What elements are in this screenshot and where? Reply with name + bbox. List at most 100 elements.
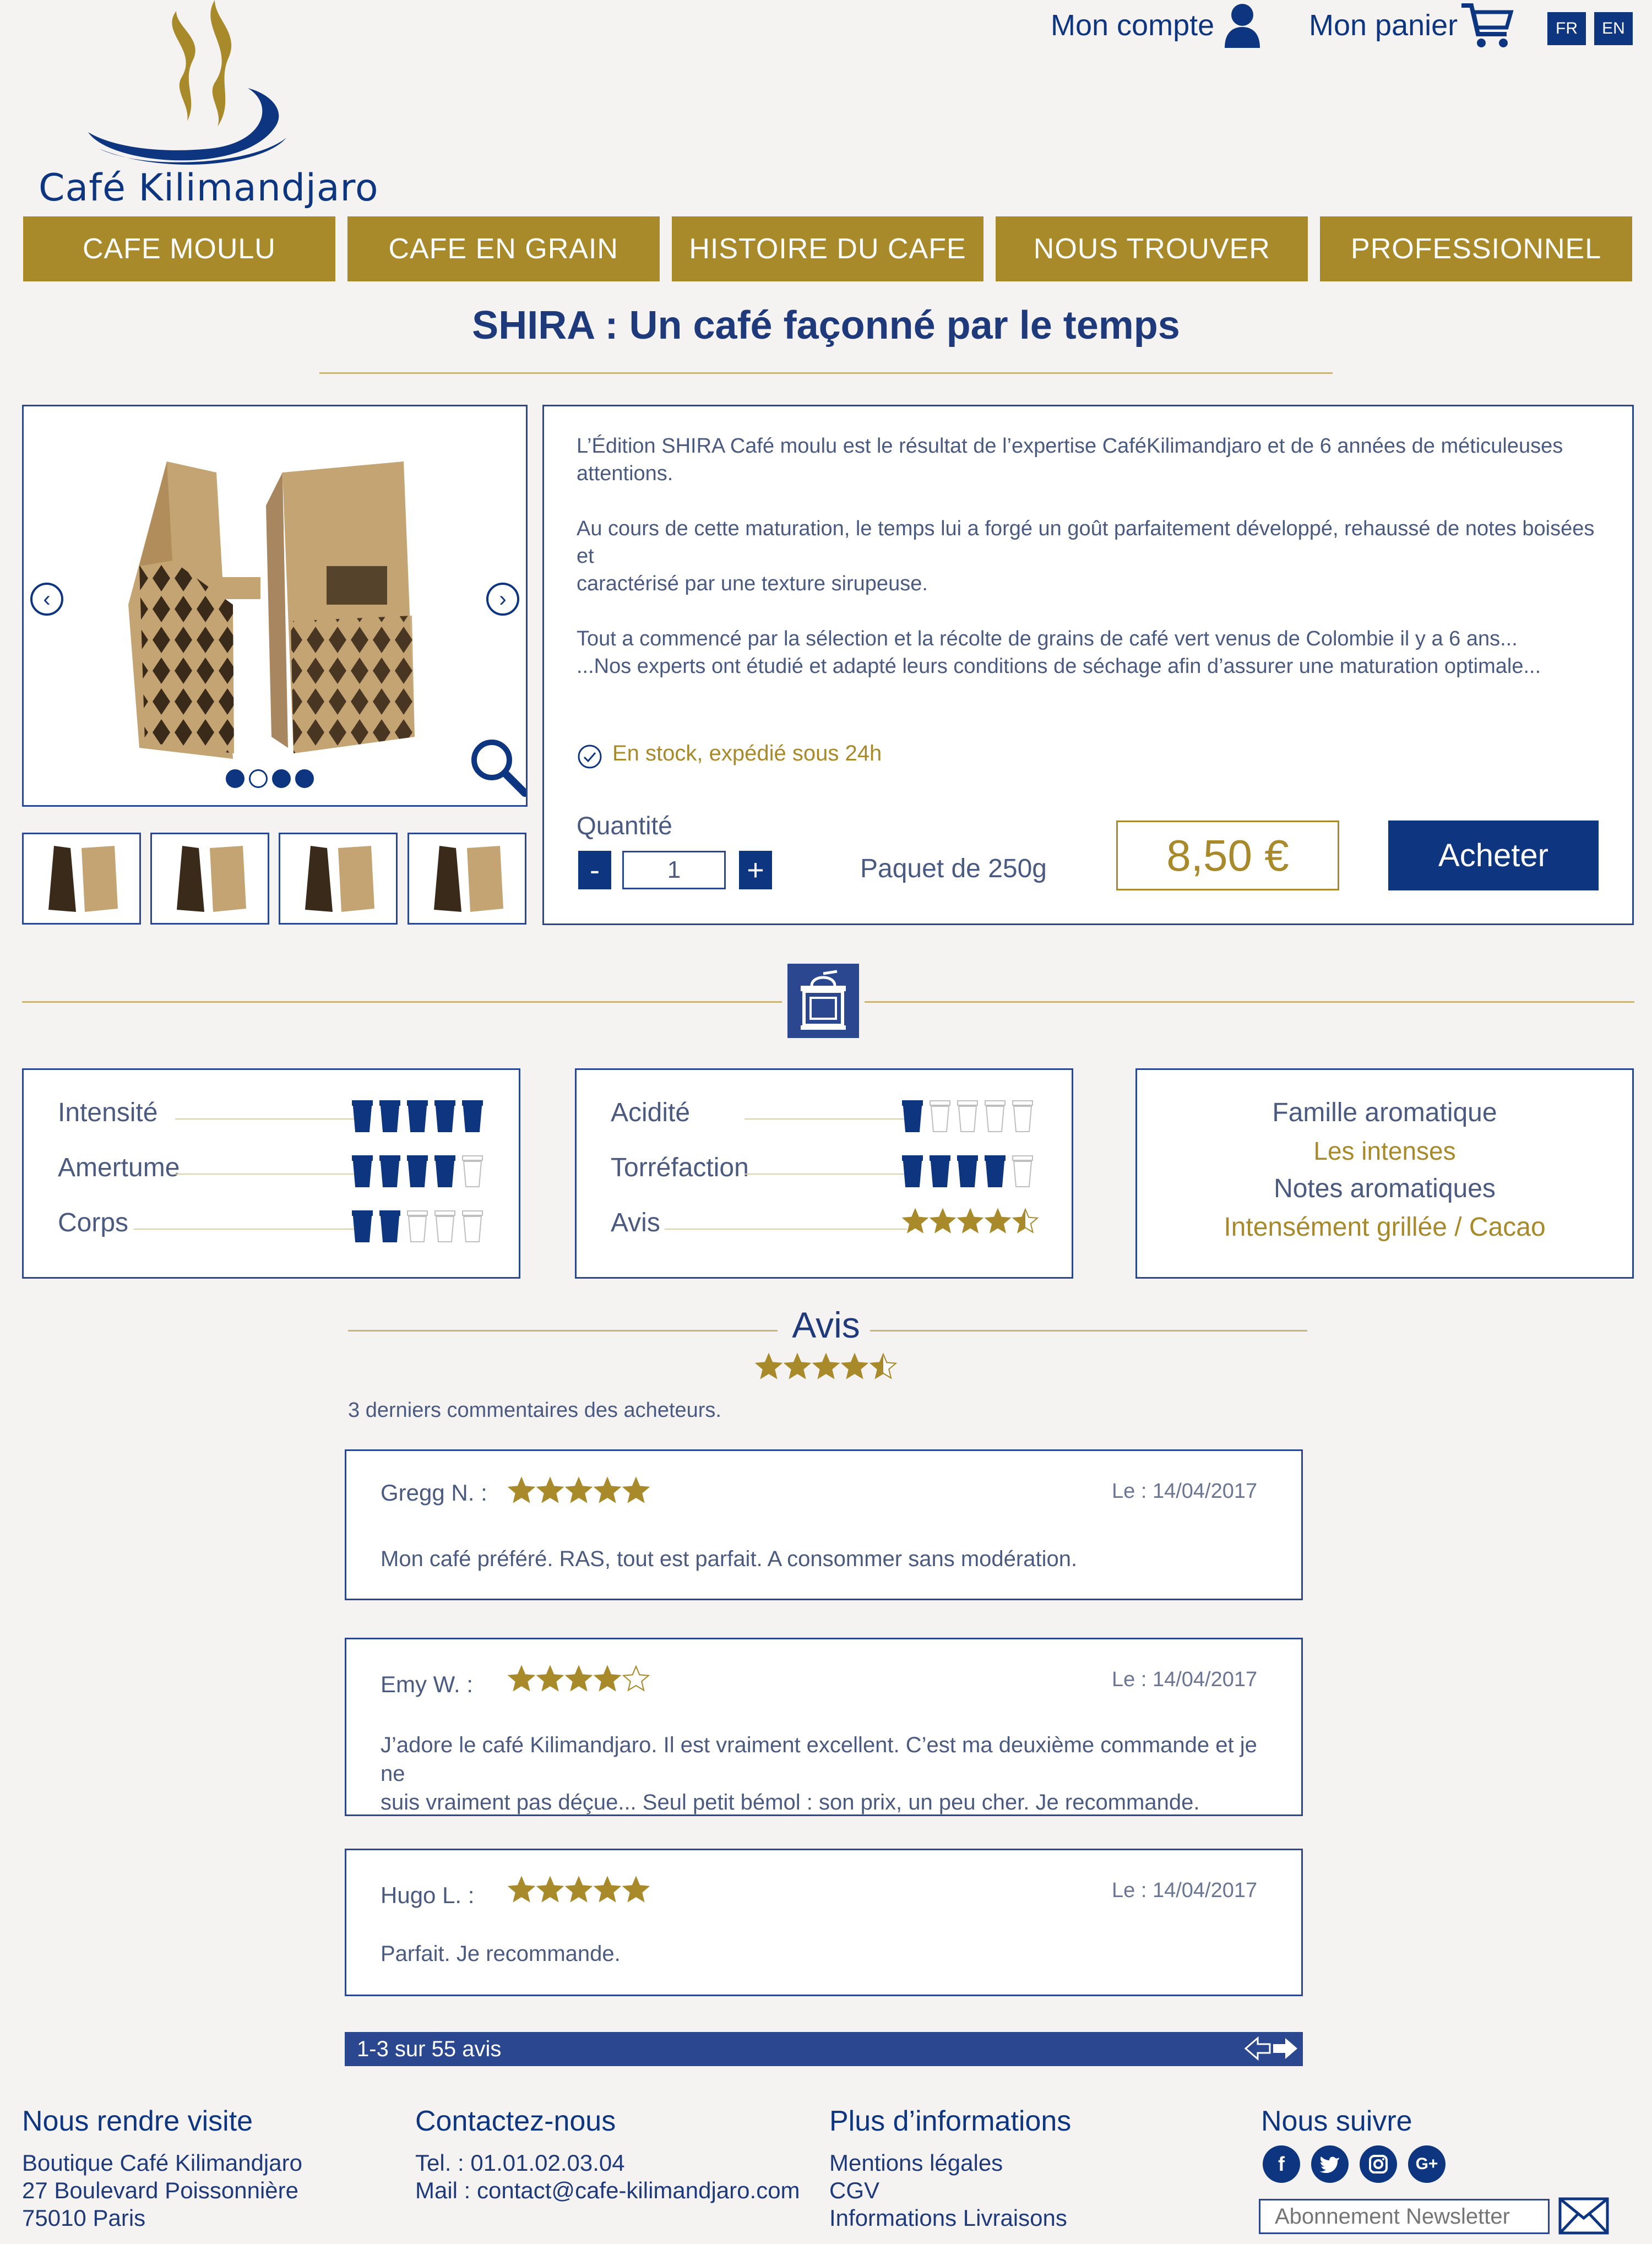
review-text: Mon café préféré. RAS, tout est parfait.… (381, 1547, 1078, 1571)
gallery-dot[interactable] (272, 769, 291, 788)
gallery-thumbnail[interactable] (150, 833, 269, 925)
brand-name[interactable]: Café Kilimandjaro (39, 166, 379, 210)
gallery-dot[interactable] (295, 769, 314, 788)
coffee-cup-icon (407, 1100, 428, 1132)
review-author: Gregg N. : (381, 1480, 487, 1506)
twitter-icon[interactable] (1311, 2145, 1349, 2183)
footer-follow-title: Nous suivre (1261, 2105, 1412, 2137)
footer-phone[interactable]: Tel. : 01.01.02.03.04 (415, 2149, 625, 2177)
gallery-thumbnail[interactable] (22, 833, 141, 925)
star-icon (536, 1876, 564, 1903)
quantity-increase-button[interactable]: + (739, 851, 772, 889)
page-title: SHIRA : Un café façonné par le temps (472, 303, 1180, 347)
nav-professionnel[interactable]: PROFESSIONNEL (1320, 216, 1632, 281)
footer-link-livraisons[interactable]: Informations Livraisons (829, 2204, 1067, 2232)
review-card: Gregg N. : Le : 14/04/2017 Mon café préf… (345, 1449, 1303, 1600)
gallery-dot[interactable] (226, 769, 244, 788)
nav-cafe-moulu[interactable]: CAFE MOULU (23, 216, 335, 281)
lang-en-button[interactable]: EN (1594, 12, 1633, 45)
pager-label: 1-3 sur 55 avis (357, 2036, 502, 2061)
review-card: Hugo L. : Le : 14/04/2017 Parfait. Je re… (345, 1849, 1303, 1996)
footer-link-mentions[interactable]: Mentions légales (829, 2149, 1003, 2177)
zoom-icon[interactable] (469, 737, 528, 797)
footer-info-title: Plus d’informations (829, 2105, 1072, 2137)
nav-histoire-du-cafe[interactable]: HISTOIRE DU CAFE (671, 216, 984, 281)
package-size: Paquet de 250g (860, 854, 1047, 883)
review-text-line: suis vraiment pas déçue... Seul petit bé… (381, 1790, 1200, 1814)
quantity-decrease-button[interactable]: - (578, 851, 611, 889)
user-icon[interactable] (1222, 3, 1262, 48)
aroma-notes-value: Intensément grillée / Cacao (1224, 1213, 1546, 1242)
gallery-thumbnail[interactable] (279, 833, 398, 925)
gallery-thumbnail[interactable] (407, 833, 526, 925)
gallery-next-button[interactable]: › (486, 583, 519, 616)
buy-button[interactable]: Acheter (1388, 821, 1599, 890)
coffee-cup-icon (352, 1155, 373, 1187)
review-date: Le : 14/04/2017 (1112, 1668, 1258, 1691)
review-date: Le : 14/04/2017 (1112, 1480, 1258, 1503)
footer-link-cgv[interactable]: CGV (829, 2177, 879, 2204)
description-paragraph: Au cours de cette maturation, le temps l… (577, 515, 1601, 597)
star-icon (1012, 1208, 1039, 1234)
quantity-input[interactable] (622, 851, 726, 889)
star-icon (869, 1352, 898, 1379)
reviews-divider (870, 1330, 1307, 1332)
description-paragraph: Tout a commencé par la sélection et la r… (577, 625, 1601, 680)
star-icon (783, 1352, 812, 1379)
description-paragraph: L’Édition SHIRA Café moulu est le résult… (577, 434, 1563, 485)
footer-email[interactable]: Mail : contact@cafe-kilimandjaro.com (415, 2177, 800, 2204)
reviews-pager: 1-3 sur 55 avis (345, 2032, 1303, 2066)
coffee-cup-icon (407, 1155, 428, 1187)
google-plus-icon[interactable]: G+ (1408, 2145, 1446, 2183)
coffee-cup-icon (902, 1155, 923, 1187)
corps-cups (351, 1209, 483, 1243)
star-icon (984, 1208, 1012, 1234)
taste-profile-box-2: Acidité Torréfaction Avis (575, 1068, 1073, 1279)
reviews-divider (348, 1330, 778, 1332)
cart-icon[interactable] (1459, 1, 1514, 51)
facebook-icon[interactable]: f (1263, 2145, 1300, 2183)
stock-status: En stock, expédié sous 24h (612, 741, 882, 765)
account-link[interactable]: Mon compte (1051, 8, 1214, 42)
arrow-left-icon[interactable] (1243, 2035, 1272, 2062)
lang-fr-button[interactable]: FR (1547, 12, 1586, 45)
star-icon (754, 1352, 783, 1379)
acidite-cups (901, 1099, 1034, 1133)
coffee-cup-icon (1012, 1155, 1033, 1187)
star-icon (593, 1476, 622, 1503)
aroma-family-label: Famille aromatique (1272, 1098, 1497, 1127)
coffee-cup-icon (407, 1210, 428, 1242)
gallery-prev-button[interactable]: ‹ (30, 583, 63, 616)
avis-star-rating (901, 1208, 1039, 1235)
taste-leader-line (665, 1229, 907, 1230)
star-icon (957, 1208, 984, 1234)
coffee-cup-icon (434, 1155, 455, 1187)
coffee-cup-icon (379, 1210, 400, 1242)
instagram-glyph (1369, 2155, 1388, 2174)
footer-address-line: 27 Boulevard Poissonnière (22, 2177, 298, 2203)
envelope-icon[interactable] (1558, 2197, 1609, 2235)
coffee-cup-icon (352, 1210, 373, 1242)
star-icon (564, 1876, 593, 1903)
quantity-label: Quantité (577, 811, 672, 840)
newsletter-input[interactable] (1259, 2199, 1550, 2234)
reviews-average-rating (754, 1352, 898, 1381)
taste-leader-line (175, 1118, 362, 1120)
review-author: Hugo L. : (381, 1882, 475, 1908)
review-card: Emy W. : Le : 14/04/2017 J’adore le café… (345, 1638, 1303, 1816)
coffee-grinder-icon (787, 964, 859, 1038)
check-circle-icon (578, 745, 602, 769)
arrow-right-icon[interactable] (1271, 2035, 1300, 2062)
nav-nous-trouver[interactable]: NOUS TROUVER (996, 216, 1308, 281)
description-line: Au cours de cette maturation, le temps l… (577, 517, 1595, 568)
amertume-label: Amertume (58, 1153, 180, 1182)
nav-cafe-en-grain[interactable]: CAFE EN GRAIN (347, 216, 660, 281)
gallery-dot[interactable] (249, 769, 268, 788)
intensite-cups (351, 1099, 483, 1133)
instagram-icon[interactable] (1360, 2145, 1397, 2183)
grinder-symbol (801, 970, 846, 1030)
cart-link[interactable]: Mon panier (1309, 8, 1458, 42)
gallery-dots (226, 769, 314, 788)
coffee-cup-icon (930, 1100, 950, 1132)
product-gallery[interactable]: ‹ › (22, 405, 528, 807)
